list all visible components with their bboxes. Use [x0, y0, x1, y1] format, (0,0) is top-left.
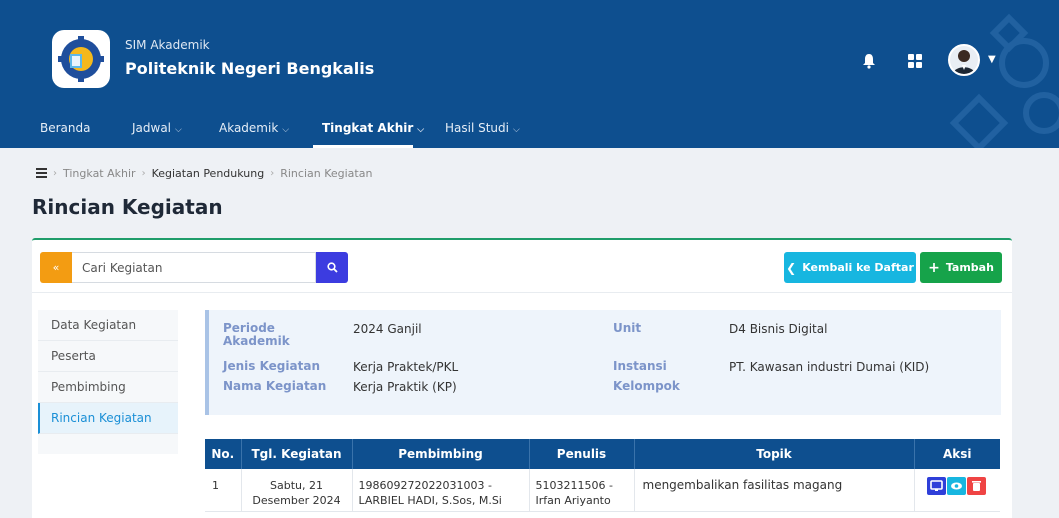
side-item-rincian-kegiatan[interactable]: Rincian Kegiatan [38, 403, 178, 434]
nav-item-hasil-studi[interactable]: Hasil Studi ⌵ [445, 121, 520, 135]
gear-logo-icon [58, 36, 104, 82]
breadcrumb-item-tingkat-akhir[interactable]: Tingkat Akhir [63, 167, 136, 180]
detail-side-menu: Data Kegiatan Peserta Pembimbing Rincian… [38, 310, 178, 454]
user-menu-caret-icon[interactable]: ▼ [988, 54, 996, 65]
nav-item-akademik[interactable]: Akademik ⌵ [219, 121, 289, 135]
search-input[interactable] [72, 252, 316, 283]
breadcrumb-separator-icon: › [270, 167, 275, 179]
jenis-kegiatan-label: Jenis Kegiatan [223, 359, 320, 373]
toolbar-divider [32, 292, 1012, 293]
view-action-button[interactable] [947, 477, 967, 495]
chevron-down-icon: ⌵ [282, 125, 290, 135]
user-avatar[interactable] [948, 44, 980, 76]
search-button[interactable] [316, 252, 348, 283]
back-button-label: Kembali ke Daftar [802, 261, 914, 274]
add-button-label: Tambah [945, 261, 994, 274]
content-card: « ❮ Kembali ke Daftar + Tambah Data Kegi… [32, 238, 1012, 518]
double-chevron-left-icon: « [52, 261, 60, 274]
cell-pembimbing: 198609272022031003 - LARBIEL HADI, S.Sos… [352, 469, 530, 512]
activity-detail-table: No. Tgl. Kegiatan Pembimbing Penulis Top… [205, 439, 1000, 512]
cell-tgl: Sabtu, 21 Desember 2024 [241, 469, 353, 512]
add-button[interactable]: + Tambah [920, 252, 1002, 283]
col-header-topik: Topik [634, 439, 915, 469]
app-title: Politeknik Negeri Bengkalis [125, 59, 375, 78]
cell-pembimbing-line2: LARBIEL HADI, S.Sos, M.Si [358, 494, 502, 507]
side-item-data-kegiatan[interactable]: Data Kegiatan [38, 310, 178, 341]
cell-penulis-line2: Irfan Ariyanto [535, 494, 611, 507]
activity-info-panel: Periode Akademik 2024 Ganjil Jenis Kegia… [205, 310, 1001, 415]
back-to-list-button[interactable]: ❮ Kembali ke Daftar [784, 252, 916, 283]
cell-tgl-line1: Sabtu, 21 [270, 479, 323, 492]
collapse-button[interactable]: « [40, 252, 72, 283]
cell-tgl-line2: Desember 2024 [252, 494, 341, 507]
nama-kegiatan-value: Kerja Praktik (KP) [353, 380, 457, 394]
nav-item-jadwal[interactable]: Jadwal ⌵ [132, 121, 182, 135]
cell-no: 1 [205, 469, 242, 512]
chevron-down-icon: ⌵ [417, 125, 425, 135]
breadcrumb-separator-icon: › [53, 167, 57, 179]
nav-item-tingkat-akhir[interactable]: Tingkat Akhir ⌵ [322, 121, 424, 135]
page-title: Rincian Kegiatan [32, 195, 223, 219]
col-header-pembimbing: Pembimbing [352, 439, 530, 469]
breadcrumb-item-current: Rincian Kegiatan [280, 166, 373, 180]
col-header-tgl: Tgl. Kegiatan [241, 439, 353, 469]
cell-aksi [914, 469, 1000, 512]
app-subtitle: SIM Akademik [125, 38, 210, 52]
col-header-aksi: Aksi [914, 439, 1000, 469]
notification-bell-icon[interactable] [860, 52, 878, 70]
menu-toggle-icon[interactable] [36, 166, 47, 180]
app-logo[interactable] [52, 30, 110, 88]
search-icon [326, 262, 338, 273]
chevron-down-icon: ⌵ [175, 125, 182, 135]
unit-value: D4 Bisnis Digital [729, 322, 828, 336]
nama-kegiatan-label: Nama Kegiatan [223, 379, 327, 393]
side-item-peserta[interactable]: Peserta [38, 341, 178, 372]
periode-label: Periode Akademik [223, 321, 290, 348]
cell-pembimbing-line1: 198609272022031003 - [358, 479, 492, 492]
monitor-icon [930, 480, 944, 491]
chevron-left-icon: ❮ [786, 260, 797, 275]
nav-item-beranda[interactable]: Beranda [40, 121, 90, 135]
side-item-pembimbing[interactable]: Pembimbing [38, 372, 178, 403]
cell-penulis-line1: 5103211506 - [535, 479, 613, 492]
main-nav: Beranda Jadwal ⌵ Akademik ⌵ Tingkat Akhir ⌵… [0, 112, 1059, 148]
apps-grid-icon[interactable] [906, 52, 924, 70]
instansi-value: PT. Kawasan industri Dumai (KID) [729, 360, 930, 374]
eye-icon [951, 482, 963, 490]
instansi-label: Instansi [613, 359, 667, 373]
cell-topik: mengembalikan fasilitas magang [634, 469, 915, 512]
col-header-penulis: Penulis [529, 439, 635, 469]
col-header-no: No. [205, 439, 242, 469]
breadcrumb-item-kegiatan-pendukung[interactable]: Kegiatan Pendukung [152, 167, 265, 180]
table-header-row: No. Tgl. Kegiatan Pembimbing Penulis Top… [205, 439, 1000, 469]
jenis-kegiatan-value: Kerja Praktek/PKL [353, 360, 459, 374]
kelompok-label: Kelompok [613, 379, 680, 393]
trash-icon [972, 481, 982, 491]
breadcrumb-separator-icon: › [141, 167, 146, 179]
side-menu-filler [38, 434, 178, 454]
plus-icon: + [928, 259, 940, 276]
table-row: 1 Sabtu, 21 Desember 2024 19860927202203… [205, 469, 1000, 512]
breadcrumb: › Tingkat Akhir › Kegiatan Pendukung › R… [36, 166, 372, 180]
active-nav-indicator [313, 145, 413, 148]
cell-penulis: 5103211506 - Irfan Ariyanto [529, 469, 635, 512]
delete-action-button[interactable] [967, 477, 987, 495]
periode-value: 2024 Ganjil [353, 322, 422, 336]
chevron-down-icon: ⌵ [513, 125, 520, 135]
unit-label: Unit [613, 321, 642, 335]
edit-action-button[interactable] [927, 477, 947, 495]
